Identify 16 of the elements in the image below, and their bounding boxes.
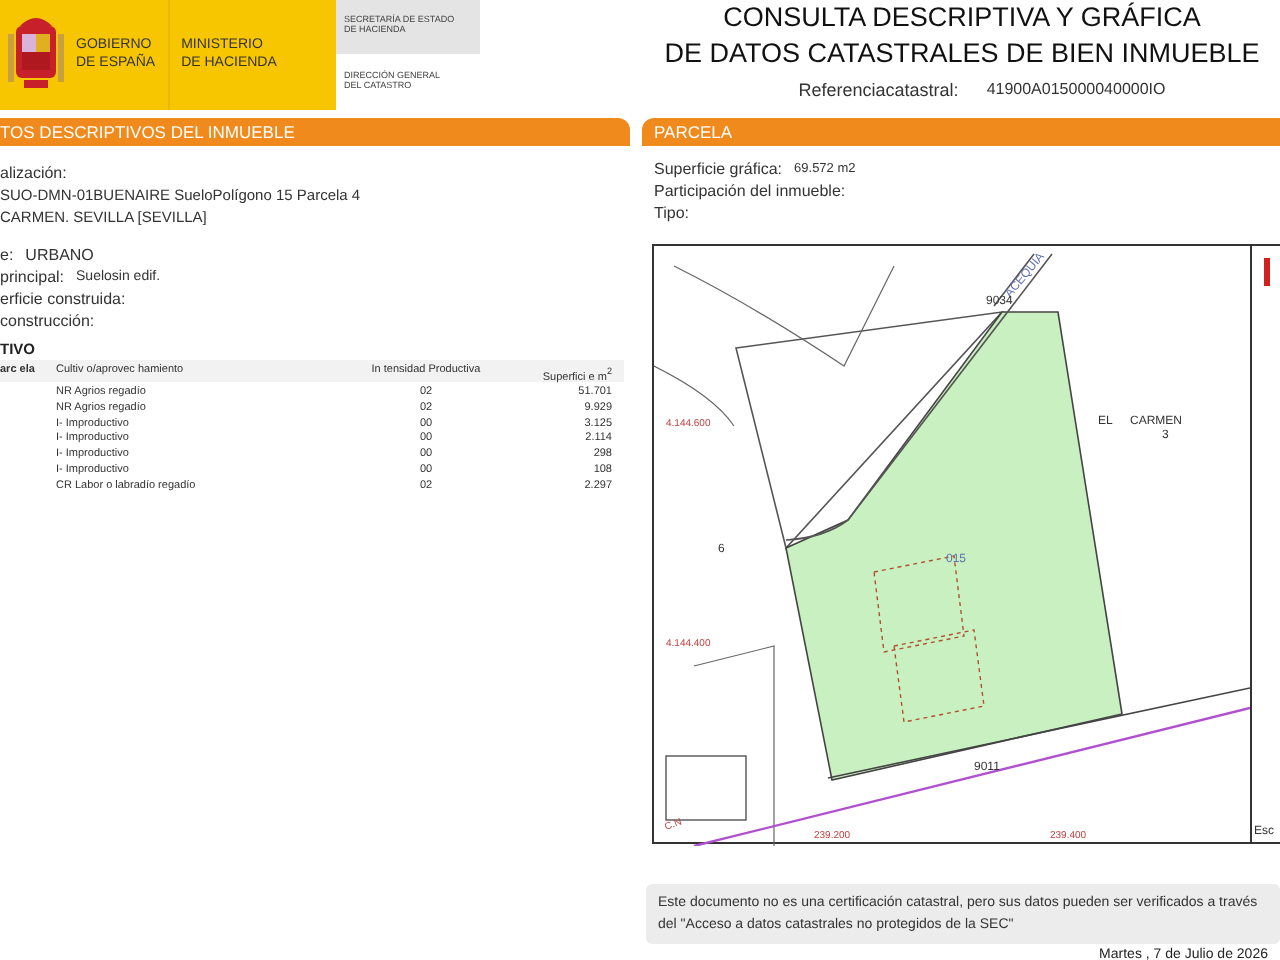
field-label: alización: — [0, 162, 67, 184]
field-value: URBANO — [25, 244, 94, 266]
section-header: PARCELA — [642, 118, 1280, 146]
reference-value: 41900A015000040000IO — [986, 80, 1166, 100]
section-header: TOS DESCRIPTIVOS DEL INMUEBLE — [0, 118, 630, 146]
field-label: Tipo: — [654, 202, 689, 224]
field-label: principal: — [0, 266, 65, 288]
page-title: DE DATOS CATASTRALES DE BIEN INMUEBLE — [664, 36, 1260, 72]
building-block — [665, 755, 747, 821]
field-label: Participación del inmueble: — [654, 180, 846, 202]
reference-label: Referenciacatastral: — [798, 80, 959, 100]
field-label: construcción: — [0, 310, 95, 332]
field-label: Superficie gráfica: — [654, 158, 783, 180]
field-label: erficie construida: — [0, 288, 126, 310]
field-label: e: — [0, 244, 14, 266]
page-title: CONSULTA DESCRIPTIVA Y GRÁFICA — [723, 0, 1201, 36]
